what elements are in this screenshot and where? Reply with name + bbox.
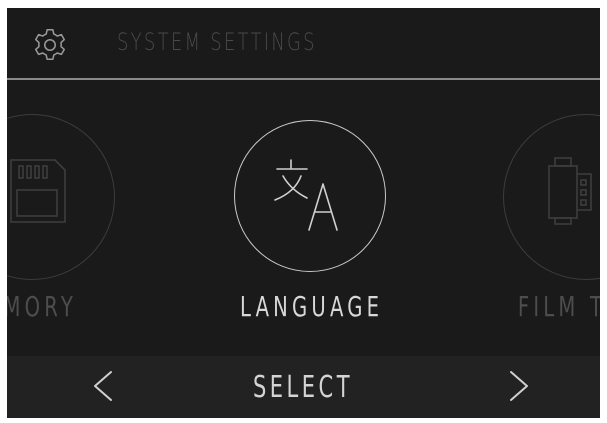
settings-screen: SYSTEM SETTINGS EMORY <box>7 8 600 418</box>
gear-icon[interactable] <box>31 26 69 64</box>
chevron-right-icon[interactable] <box>499 364 539 408</box>
footer-bar: SELECT <box>7 356 600 418</box>
page-title: SYSTEM SETTINGS <box>117 28 317 56</box>
header-bar: SYSTEM SETTINGS <box>7 8 600 80</box>
item-label-memory: EMORY <box>7 290 78 323</box>
film-roll-icon <box>548 157 592 225</box>
item-label-language: LANGUAGE <box>240 290 384 323</box>
chevron-left-icon[interactable] <box>83 364 123 408</box>
select-button[interactable]: SELECT <box>233 370 373 405</box>
settings-carousel: EMORY LANGUAGE <box>7 80 600 356</box>
item-label-film-type: FILM T <box>517 290 600 323</box>
sd-card-icon <box>10 159 66 223</box>
translate-icon <box>274 159 338 231</box>
